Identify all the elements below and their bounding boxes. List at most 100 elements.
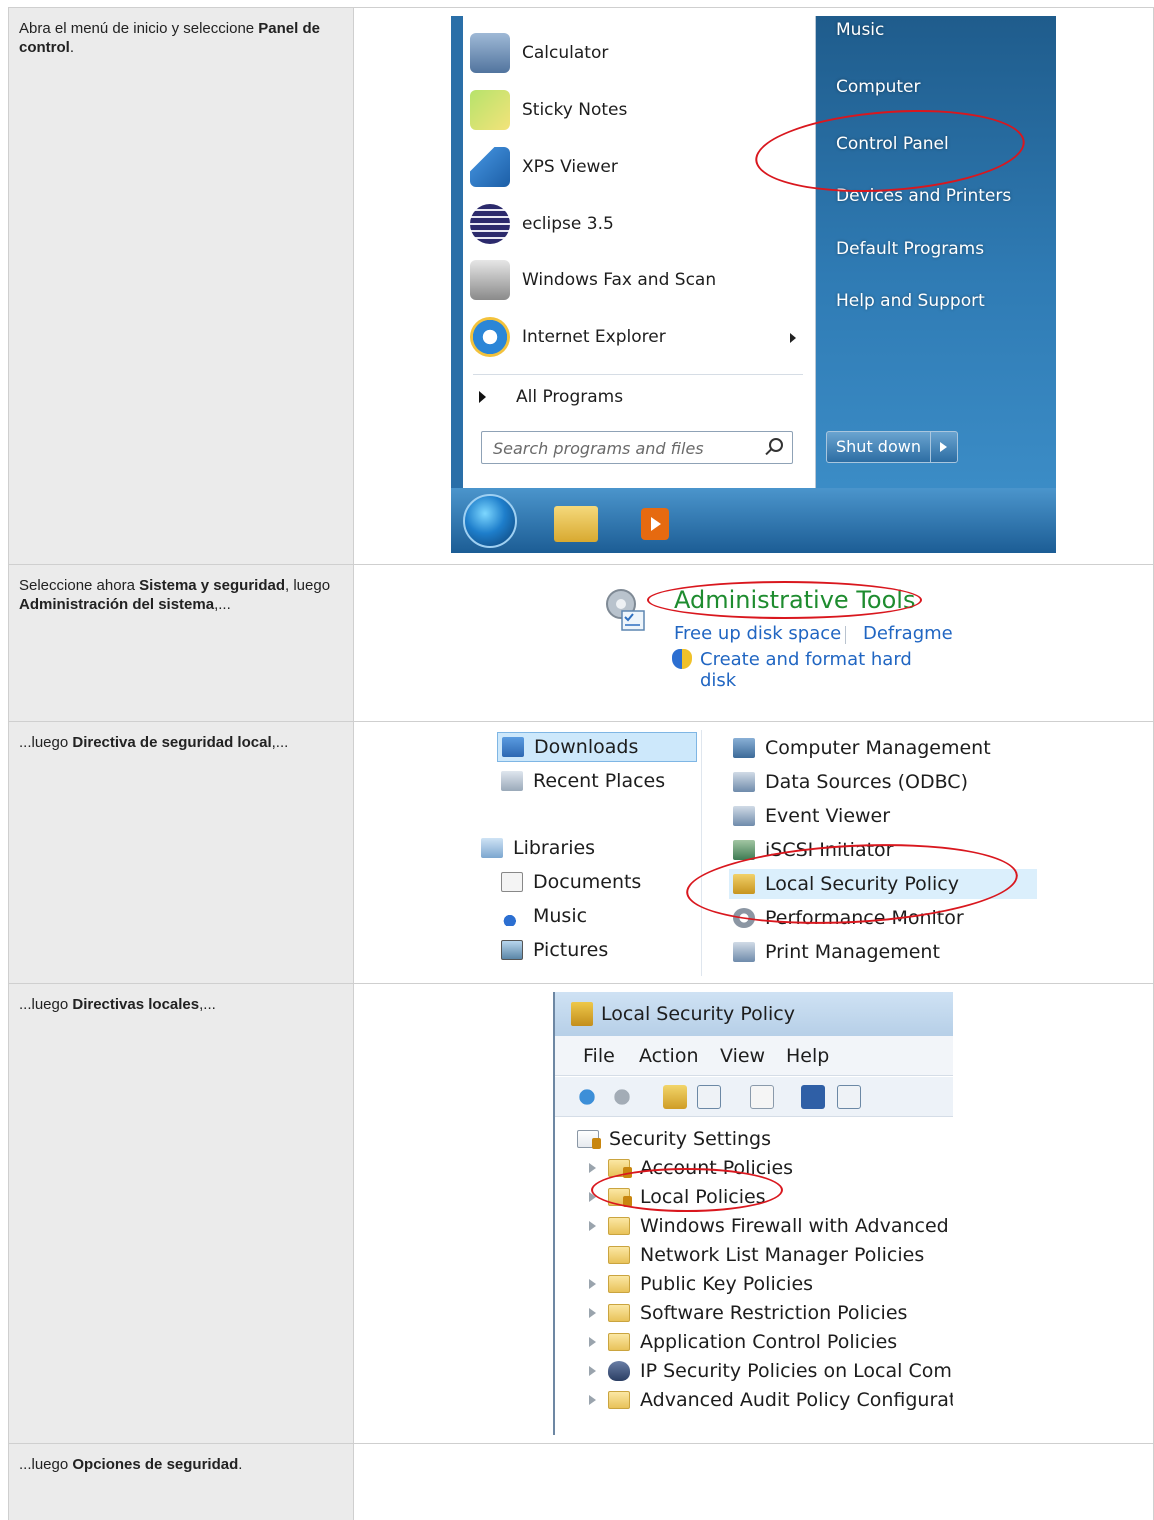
menu-item-help-support[interactable]: Help and Support — [836, 291, 985, 311]
forward-icon[interactable] — [610, 1085, 634, 1109]
menu-item-computer[interactable]: Computer — [836, 77, 921, 97]
start-menu-programs-pane: Calculator Sticky Notes XPS Viewer eclip… — [463, 16, 816, 488]
navigation-pane: Downloads Recent Places Libraries Docume… — [471, 730, 702, 976]
tool-local-security-policy[interactable]: Local Security Policy — [729, 869, 1037, 899]
expand-arrow-icon[interactable] — [589, 1163, 596, 1173]
expand-arrow-icon[interactable] — [589, 1366, 596, 1376]
export-list-icon[interactable] — [750, 1085, 774, 1109]
all-programs[interactable]: All Programs — [463, 374, 816, 420]
computer-management-icon — [733, 738, 755, 758]
tree-item-windows-firewall[interactable]: Windows Firewall with Advanced Sec — [589, 1212, 953, 1240]
explorer-screenshot: Downloads Recent Places Libraries Docume… — [471, 730, 1037, 976]
nav-item-pictures[interactable]: Pictures — [501, 935, 608, 965]
tool-iscsi-initiator[interactable]: iSCSI Initiator — [733, 835, 894, 865]
local-security-policy-window: Local Security Policy File Action View H… — [553, 992, 953, 1435]
expand-arrow-icon[interactable] — [589, 1337, 596, 1347]
defragment-link[interactable]: Defragme — [863, 623, 953, 644]
step-row-3: ...luego Directiva de seguridad local,..… — [8, 722, 1154, 984]
expand-arrow-icon[interactable] — [589, 1221, 596, 1231]
tree-label: Windows Firewall with Advanced Sec — [640, 1215, 953, 1237]
search-input[interactable]: Search programs and files — [481, 431, 793, 464]
expand-arrow-icon[interactable] — [589, 1395, 596, 1405]
fax-scan-icon — [470, 260, 510, 300]
menu-help[interactable]: Help — [786, 1045, 829, 1067]
tree-item-advanced-audit[interactable]: Advanced Audit Policy Configuratior — [589, 1386, 953, 1414]
back-icon[interactable] — [575, 1085, 599, 1109]
step-3-bold: Directiva de seguridad local — [72, 734, 272, 751]
tool-print-management[interactable]: Print Management — [733, 937, 940, 967]
menu-item-default-programs[interactable]: Default Programs — [836, 239, 984, 259]
nav-item-recent-places[interactable]: Recent Places — [501, 766, 665, 796]
tool-performance-monitor[interactable]: Performance Monitor — [733, 903, 964, 933]
tool-event-viewer[interactable]: Event Viewer — [733, 801, 890, 831]
step-text-2: Seleccione ahora Sistema y seguridad, lu… — [9, 565, 354, 721]
action-pane-icon[interactable] — [837, 1085, 861, 1109]
tree-label: Network List Manager Policies — [640, 1244, 925, 1266]
program-eclipse[interactable]: eclipse 3.5 — [463, 199, 816, 249]
tree-item-application-control[interactable]: Application Control Policies — [589, 1328, 897, 1356]
step-5-bold: Opciones de seguridad — [72, 1456, 239, 1473]
tool-computer-management[interactable]: Computer Management — [733, 733, 991, 763]
local-security-policy-icon — [733, 874, 755, 894]
performance-monitor-icon — [733, 908, 755, 928]
step-row-1: Abra el menú de inicio y seleccione Pane… — [8, 8, 1154, 565]
expand-arrow-icon[interactable] — [589, 1279, 596, 1289]
step-row-5: ...luego Opciones de seguridad. — [8, 1444, 1154, 1520]
xps-viewer-icon — [470, 147, 510, 187]
step-image-4: Local Security Policy File Action View H… — [354, 984, 1153, 1443]
program-internet-explorer[interactable]: Internet Explorer — [463, 312, 816, 362]
menu-item-music[interactable]: Music — [836, 20, 884, 40]
program-label: eclipse 3.5 — [522, 214, 614, 234]
expand-arrow-icon[interactable] — [589, 1308, 596, 1318]
program-label: XPS Viewer — [522, 157, 618, 177]
tree-label: Software Restriction Policies — [640, 1302, 908, 1324]
program-fax-scan[interactable]: Windows Fax and Scan — [463, 255, 816, 305]
program-sticky-notes[interactable]: Sticky Notes — [463, 85, 816, 135]
menu-item-control-panel[interactable]: Control Panel — [836, 134, 949, 154]
step-4-text: ...luego — [19, 996, 73, 1013]
tree-item-public-key[interactable]: Public Key Policies — [589, 1270, 813, 1298]
free-disk-space-link[interactable]: Free up disk space — [674, 623, 841, 644]
media-player-icon[interactable] — [641, 508, 669, 540]
shutdown-arrow-icon[interactable] — [931, 432, 957, 462]
shutdown-button[interactable]: Shut down — [826, 431, 958, 463]
start-orb-icon[interactable] — [463, 494, 517, 548]
documents-icon — [501, 872, 523, 892]
program-xps-viewer[interactable]: XPS Viewer — [463, 142, 816, 192]
menu-item-devices-printers[interactable]: Devices and Printers — [836, 186, 1011, 206]
nav-item-downloads[interactable]: Downloads — [497, 732, 697, 762]
show-hide-tree-icon[interactable] — [697, 1085, 721, 1109]
step-3-text: ...luego — [19, 734, 73, 751]
step-3-tail: ,... — [271, 734, 289, 751]
expand-arrow-icon[interactable] — [589, 1192, 596, 1202]
menu-action[interactable]: Action — [639, 1045, 699, 1067]
up-folder-icon[interactable] — [663, 1085, 687, 1109]
tool-label: Print Management — [765, 941, 940, 963]
step-image-5 — [354, 1444, 1153, 1520]
nav-item-libraries[interactable]: Libraries — [481, 833, 595, 863]
menu-file[interactable]: File — [583, 1045, 615, 1067]
tree-item-network-list-manager[interactable]: Network List Manager Policies — [589, 1241, 924, 1269]
tree-item-account-policies[interactable]: Account Policies — [589, 1154, 793, 1182]
explorer-folder-icon[interactable] — [554, 506, 598, 542]
nav-item-documents[interactable]: Documents — [501, 867, 641, 897]
tree-item-local-policies[interactable]: Local Policies — [589, 1183, 766, 1211]
tree-item-software-restriction[interactable]: Software Restriction Policies — [589, 1299, 907, 1327]
tree-label: Account Policies — [640, 1157, 794, 1179]
nav-item-music[interactable]: Music — [501, 901, 587, 931]
step-2-mid: , luego — [285, 577, 331, 594]
program-calculator[interactable]: Calculator — [463, 28, 816, 78]
tool-data-sources[interactable]: Data Sources (ODBC) — [733, 767, 968, 797]
tree-root-security-settings[interactable]: Security Settings — [577, 1125, 771, 1153]
help-icon[interactable] — [801, 1085, 825, 1109]
pictures-icon — [501, 940, 523, 960]
nav-label: Music — [533, 905, 588, 927]
administrative-tools-link[interactable]: Administrative Tools — [674, 586, 915, 614]
tool-label: Event Viewer — [765, 805, 891, 827]
tree-item-ip-security[interactable]: IP Security Policies on Local Comput — [589, 1357, 953, 1385]
format-disk-link[interactable]: Create and format hard disk — [700, 649, 949, 691]
menu-view[interactable]: View — [720, 1045, 765, 1067]
folder-icon — [608, 1188, 632, 1207]
step-image-1: Calculator Sticky Notes XPS Viewer eclip… — [354, 8, 1153, 564]
program-label: Sticky Notes — [522, 100, 628, 120]
